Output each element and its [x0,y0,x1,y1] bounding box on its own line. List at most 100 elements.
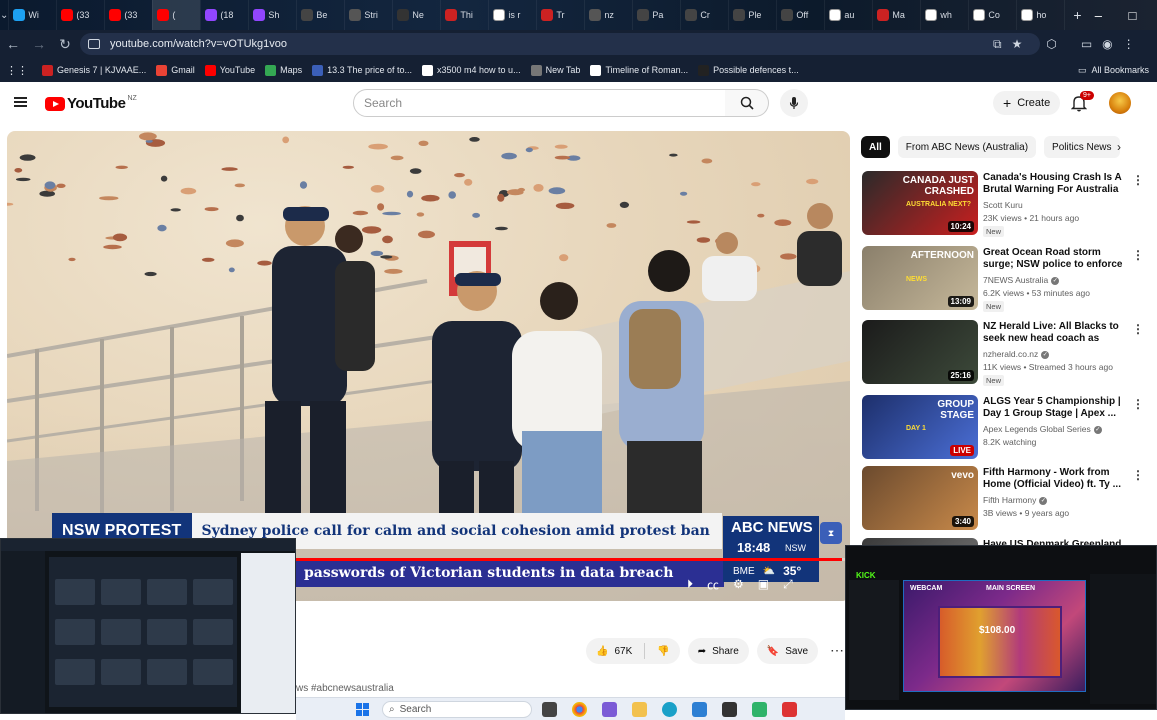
browser-tab[interactable]: Sh [248,0,296,30]
more-options-icon[interactable]: ⋮ [1132,468,1144,482]
like-button[interactable]: 👍 67K 👎 [586,638,680,664]
subtitles-icon[interactable]: ㏄ [707,576,719,593]
app-icon-2[interactable] [752,702,767,717]
menu-dots-icon[interactable]: ⋮ [1123,37,1135,51]
site-info-icon[interactable] [88,39,100,49]
recommendation-item[interactable]: 25:16 NZ Herald Live: All Blacks to seek … [862,320,1147,386]
search-button[interactable] [725,89,769,117]
channel-name[interactable]: Fifth Harmony ✓ [983,495,1048,505]
extensions-icon[interactable]: ⬡ [1046,37,1056,51]
bookmark-item[interactable]: Genesis 7 | KJVAAE... [42,64,146,76]
settings-gear-icon[interactable]: ⚙ [733,577,744,591]
task-view-icon[interactable] [542,702,557,717]
maximize-icon[interactable]: □ [1115,0,1149,30]
browser-tab[interactable]: Thi [440,0,488,30]
browser-tab[interactable]: Wi [8,0,56,30]
share-button[interactable]: ➦ Share [687,638,749,664]
new-tab-button[interactable]: + [1064,0,1081,30]
create-button[interactable]: + Create [993,91,1061,115]
edge-icon[interactable] [662,702,677,717]
browser-tab[interactable]: ho [1016,0,1064,30]
video-thumbnail[interactable]: AFTERNOON NEWS 13:09 [862,246,978,310]
bookmark-item[interactable]: Maps [265,64,302,76]
bookmark-star-icon[interactable]: ★ [1012,37,1023,51]
recommendation-item[interactable]: GROUP STAGE DAY 1 LIVE ALGS Year 5 Champion… [862,395,1147,461]
forward-arrow-icon[interactable]: → [26,30,52,58]
more-options-icon[interactable]: ⋮ [1132,322,1144,336]
bookmark-item[interactable]: Possible defences t... [698,64,799,76]
tab-search-chevron-icon[interactable]: ⌄ [0,0,8,30]
chrome-icon[interactable] [572,702,587,717]
browser-tab[interactable]: (33 [104,0,152,30]
filter-chip[interactable]: Politics News [1044,136,1120,158]
browser-tab[interactable]: (33 [56,0,104,30]
address-bar[interactable]: youtube.com/watch?v=vOTUkg1voo [80,33,1040,55]
browser-tab[interactable]: nz [584,0,632,30]
browser-tab[interactable]: Co [968,0,1016,30]
more-options-icon[interactable]: ⋮ [1132,397,1144,411]
app-icon[interactable] [602,702,617,717]
bookmark-item[interactable]: Gmail [156,64,195,76]
recommendation-item[interactable]: AFTERNOON NEWS 13:09 Great Ocean Road storm… [862,246,1147,312]
back-arrow-icon[interactable]: ← [0,30,26,58]
browser-tab[interactable]: Cr [680,0,728,30]
bookmark-item[interactable]: New Tab [530,64,580,76]
browser-tab[interactable]: ( [152,0,201,30]
sidebar-icon[interactable]: ▭ [1081,37,1092,51]
more-options-icon[interactable]: ⋮ [1132,173,1144,187]
browser-tab[interactable]: Ne [392,0,440,30]
store-icon[interactable] [692,702,707,717]
video-thumbnail[interactable]: GROUP STAGE DAY 1 LIVE [862,395,978,459]
browser-tab[interactable]: Ma [872,0,920,30]
apps-grid-icon[interactable]: ⋮⋮ [6,64,28,77]
browser-tab[interactable]: wh [920,0,968,30]
save-button[interactable]: 🔖 Save [756,638,819,664]
voice-search-button[interactable] [780,89,808,117]
recommendation-title[interactable]: Great Ocean Road storm surge; NSW police… [983,247,1125,272]
video-player[interactable]: NSW PROTEST Sydney police call for calm … [7,131,850,601]
all-bookmarks-button[interactable]: ▭ All Bookmarks [1078,58,1149,82]
channel-name[interactable]: Apex Legends Global Series ✓ [983,424,1102,434]
recommendation-title[interactable]: Fifth Harmony - Work from Home (Official… [983,467,1125,491]
more-actions-icon[interactable]: ⋯ [830,642,844,659]
miniplayer-icon[interactable]: ▣ [758,577,769,591]
browser-tab[interactable]: Off [776,0,824,30]
file-explorer-icon[interactable] [632,702,647,717]
bookmark-item[interactable]: Timeline of Roman... [590,64,688,76]
browser-tab[interactable]: Stri [344,0,392,30]
more-options-icon[interactable]: ⋮ [1132,248,1144,262]
description-hashtags[interactable]: ws #abcnewsaustralia [296,683,394,694]
chevron-right-icon[interactable]: › [1117,140,1121,154]
recommendation-item[interactable]: vevo 3:40 Fifth Harmony - Work from Home (… [862,466,1147,532]
taskbar-search[interactable]: ⌕ Search [382,701,532,718]
browser-tab[interactable]: Be [296,0,344,30]
calculator-icon[interactable] [722,702,737,717]
reload-icon[interactable]: ↻ [52,30,78,58]
recommendation-item[interactable]: CANADA JUST CRASHED AUSTRALIA NEXT? 10:24 C… [862,171,1147,237]
close-icon[interactable]: ✕ [1149,0,1157,30]
account-avatar[interactable] [1109,92,1131,114]
search-input[interactable]: Search [353,89,726,117]
minimize-icon[interactable]: – [1081,0,1115,30]
filter-chip[interactable]: All [861,136,890,158]
browser-tab[interactable]: Ple [728,0,776,30]
channel-name[interactable]: Scott Kuru [983,200,1023,210]
filter-chip[interactable]: From ABC News (Australia) [897,136,1037,158]
cast-icon[interactable]: ⧉ [993,37,1002,52]
browser-tab[interactable]: au [824,0,872,30]
youtube-logo[interactable]: YouTube NZ [45,95,137,112]
thumbs-down-icon[interactable]: 👎 [657,646,669,657]
windows-start-icon[interactable] [356,703,369,716]
video-thumbnail[interactable]: vevo 3:40 [862,466,978,530]
recommendation-title[interactable]: ALGS Year 5 Championship | Day 1 Group S… [983,396,1125,420]
video-thumbnail[interactable]: CANADA JUST CRASHED AUSTRALIA NEXT? 10:24 [862,171,978,235]
fullscreen-icon[interactable]: ⤢ [783,577,793,592]
bookmark-item[interactable]: 13.3 The price of to... [312,64,412,76]
bookmark-item[interactable]: YouTube [204,64,255,76]
browser-tab[interactable]: Pa [632,0,680,30]
recommendation-title[interactable]: Canada's Housing Crash Is A Brutal Warni… [983,172,1125,197]
app-icon-3[interactable] [782,702,797,717]
recommendation-title[interactable]: NZ Herald Live: All Blacks to seek new h… [983,321,1125,346]
profile-icon[interactable]: ◉ [1102,37,1112,51]
channel-name[interactable]: nzherald.co.nz ✓ [983,349,1050,359]
